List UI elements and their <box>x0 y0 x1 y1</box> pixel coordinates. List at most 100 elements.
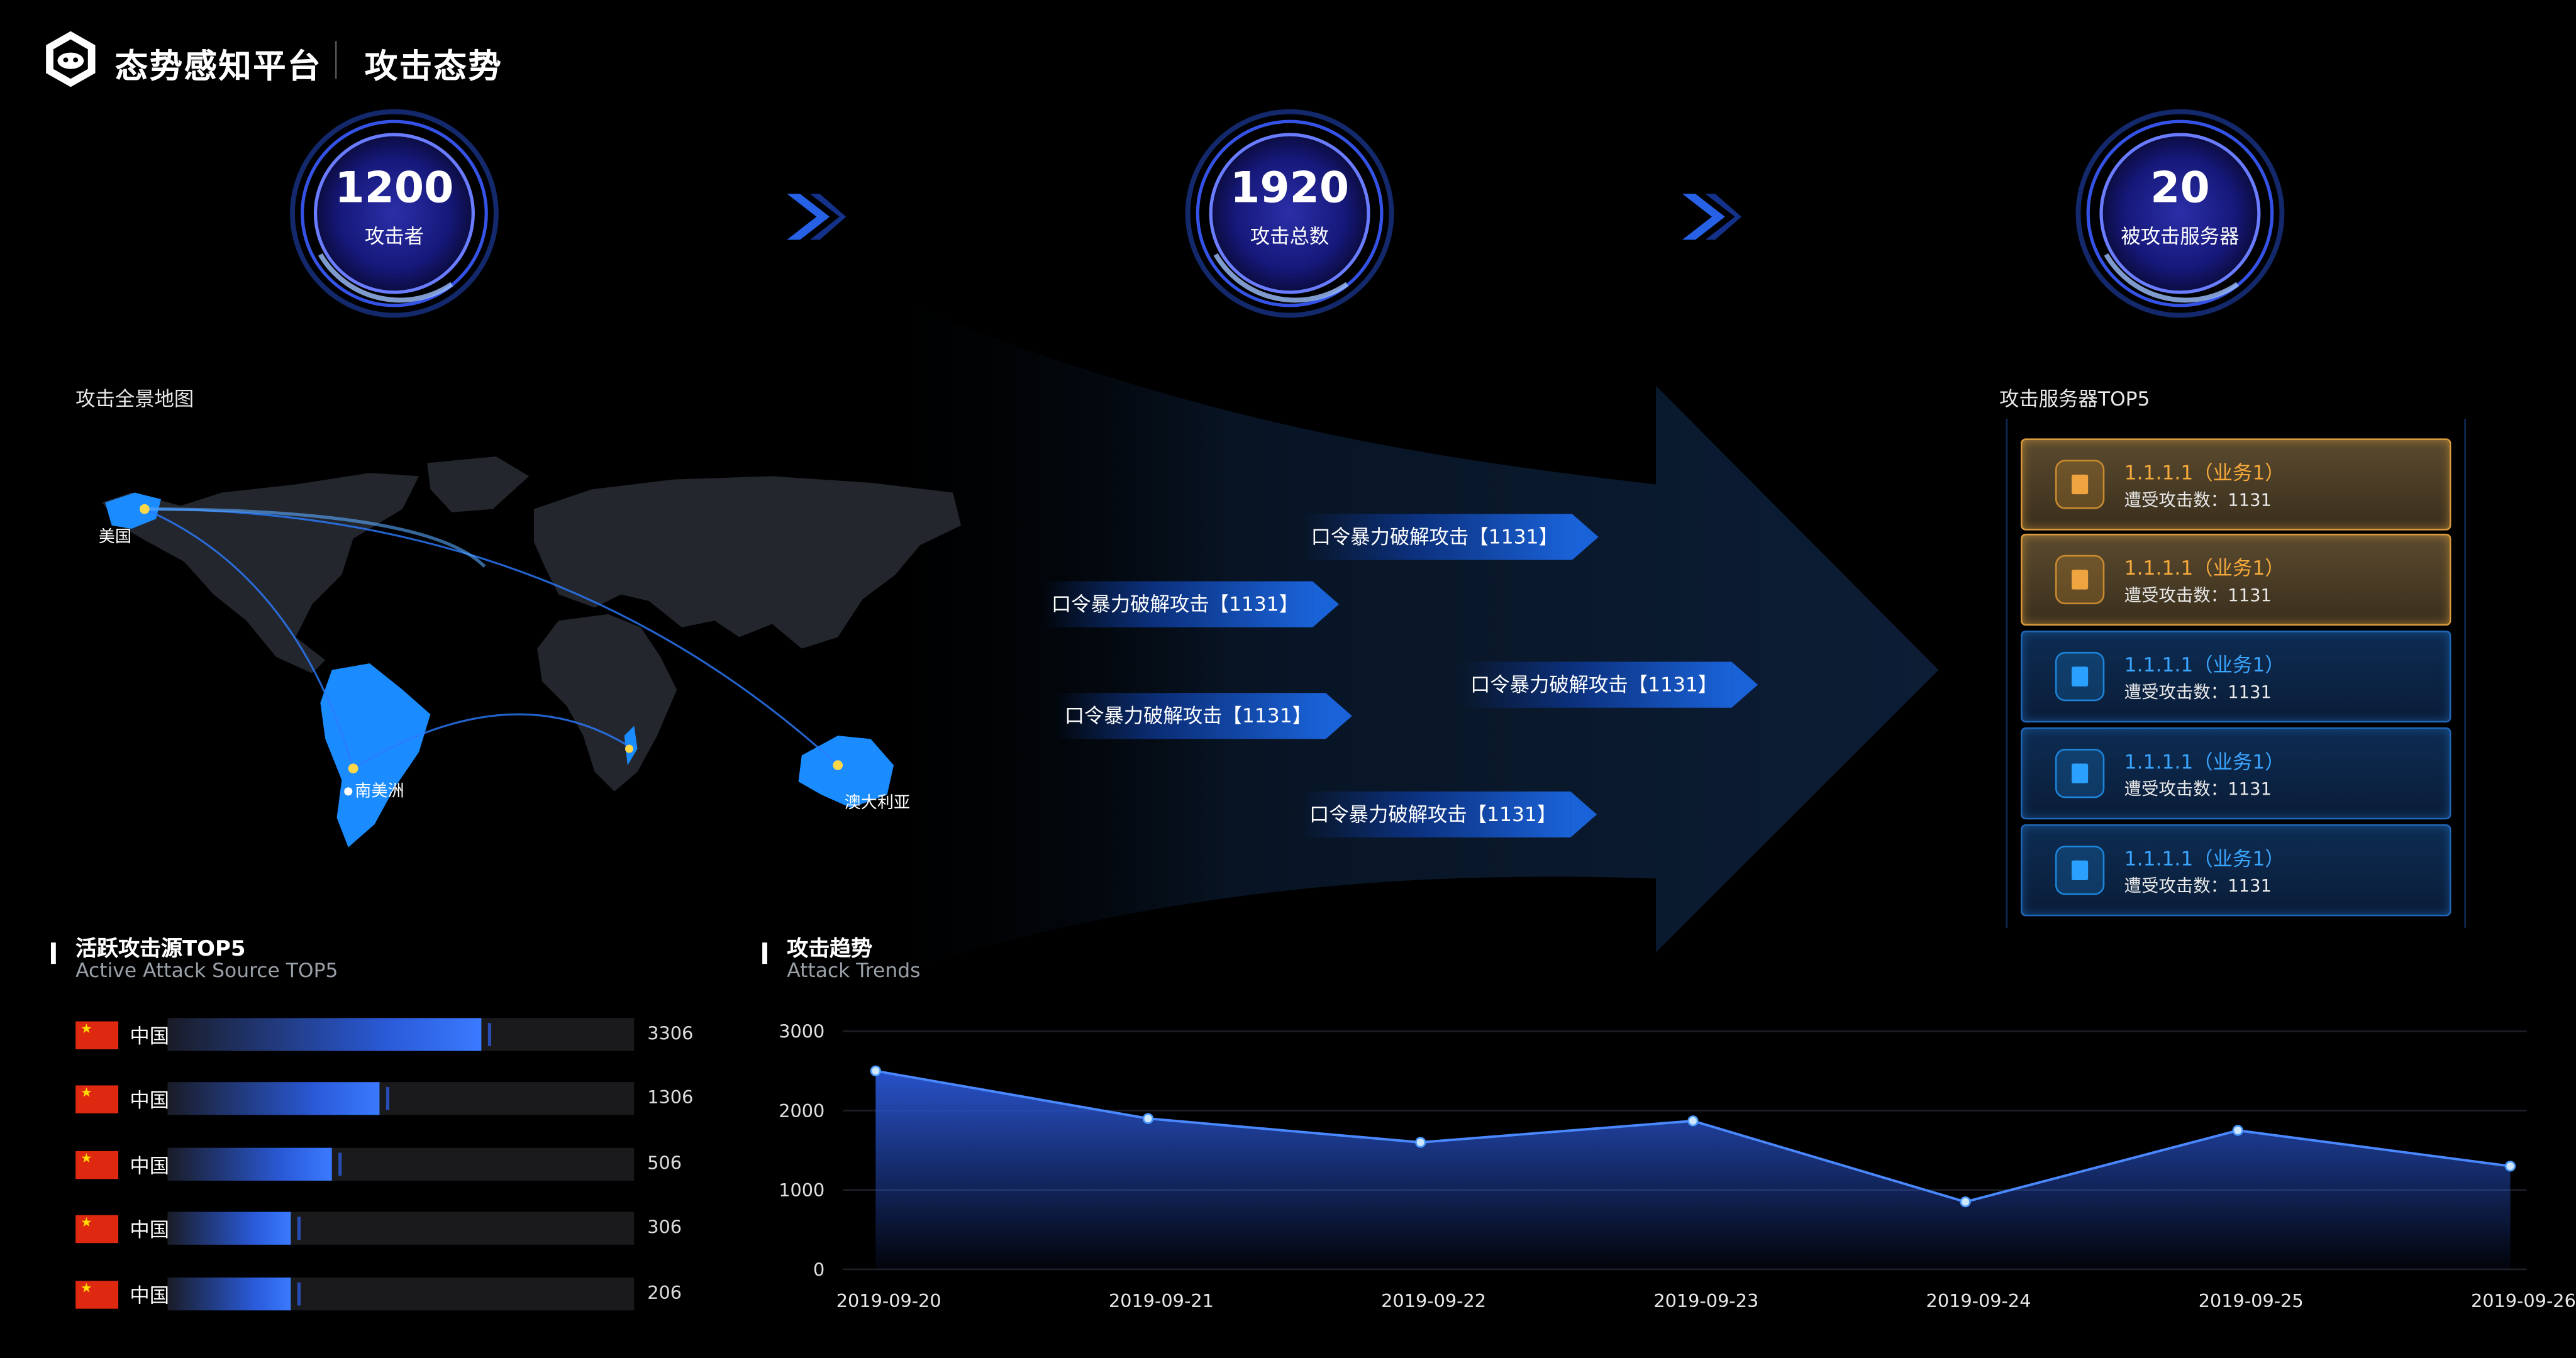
trend-point[interactable] <box>1687 1115 1699 1127</box>
trend-point[interactable] <box>870 1065 881 1076</box>
server-attack-count: 遭受攻击数：1131 <box>2124 876 2272 897</box>
server-attack-count: 遭受攻击数：1131 <box>2124 586 2272 606</box>
dashboard: 态势感知平台 攻击态势 1200 攻击者 1920 攻击总数 20 被攻击服务器… <box>0 0 2576 1358</box>
china-flag-icon: ★ <box>75 1021 119 1049</box>
source-bar-marker <box>297 1217 301 1240</box>
server-name: 1.1.1.1（业务1） <box>2124 847 2285 871</box>
map-point <box>348 763 358 774</box>
server-icon <box>2055 460 2105 509</box>
arrow-right-icon <box>1731 661 1757 708</box>
trend-point[interactable] <box>1415 1137 1426 1148</box>
chevron-right-icon <box>780 184 847 250</box>
trend-point[interactable] <box>1142 1113 1154 1124</box>
server-icon <box>2055 651 2105 702</box>
map-point <box>833 760 843 770</box>
source-row: ★ 中国 306 <box>75 1212 700 1245</box>
trend-area <box>875 1071 2511 1269</box>
kpi-value: 1200 <box>335 164 454 214</box>
y-tick-label: 2000 <box>779 1100 824 1122</box>
server-attack-count: 遭受攻击数：1131 <box>2124 683 2272 703</box>
header-divider <box>335 41 337 79</box>
server-card[interactable]: 1.1.1.1（业务1） 遭受攻击数：1131 <box>2021 727 2451 820</box>
source-bar-fill <box>167 1082 380 1115</box>
server-attack-count: 遭受攻击数：1131 <box>2124 780 2272 800</box>
server-icon <box>2055 749 2105 798</box>
map-point <box>344 787 353 796</box>
server-name: 1.1.1.1（业务1） <box>2124 653 2285 677</box>
source-value: 506 <box>647 1152 682 1174</box>
server-card[interactable]: 1.1.1.1（业务1） 遭受攻击数：1131 <box>2021 438 2451 531</box>
map-label-usa: 美国 <box>99 527 131 546</box>
map-point <box>140 504 150 514</box>
map-title: 攻击全景地图 <box>75 387 194 411</box>
sources-subtitle: Active Attack Source TOP5 <box>75 959 338 982</box>
attack-trend-chart: 3000 2000 1000 0 2019-09-20 2019-09-21 2019-09… <box>779 1021 2576 1311</box>
sources-title: 活跃攻击源TOP5 <box>75 937 246 963</box>
kpi-attackers: 1200 攻击者 <box>271 91 518 337</box>
trends-subtitle: Attack Trends <box>787 959 921 982</box>
x-tick-label: 2019-09-23 <box>1653 1290 1758 1311</box>
attack-flow-tag: 口令暴力破解攻击【1131】 <box>1055 693 1352 739</box>
source-country: 中国 <box>130 1088 170 1112</box>
server-card[interactable]: 1.1.1.1（业务1） 遭受攻击数：1131 <box>2021 630 2451 723</box>
map-label-south-america: 南美洲 <box>355 782 404 801</box>
attack-flow-tag-label: 口令暴力破解攻击【1131】 <box>1460 661 1731 708</box>
china-flag-icon: ★ <box>75 1151 119 1179</box>
map-label-australia: 澳大利亚 <box>845 793 910 812</box>
server-name: 1.1.1.1（业务1） <box>2124 750 2285 774</box>
kpi-label: 被攻击服务器 <box>2121 224 2240 248</box>
source-row: ★ 中国 3306 <box>75 1018 700 1051</box>
attack-flow-tag-label: 口令暴力破解攻击【1131】 <box>1299 791 1570 838</box>
y-tick-label: 3000 <box>779 1021 824 1042</box>
source-bar-fill <box>167 1212 291 1245</box>
map-point <box>625 744 634 753</box>
trend-point[interactable] <box>2504 1161 2516 1172</box>
arrow-right-icon <box>1324 693 1352 739</box>
source-country: 中国 <box>130 1154 170 1178</box>
source-row: ★ 中国 506 <box>75 1147 700 1181</box>
source-value: 3306 <box>647 1023 694 1045</box>
panel-marker <box>50 942 56 964</box>
attack-flow-tag-label: 口令暴力破解攻击【1131】 <box>1041 581 1312 627</box>
source-bar-fill <box>167 1278 291 1311</box>
server-card[interactable]: 1.1.1.1（业务1） 遭受攻击数：1131 <box>2021 533 2451 626</box>
source-value: 306 <box>647 1217 682 1239</box>
attack-flow-tag: 口令暴力破解攻击【1131】 <box>1299 791 1596 838</box>
x-tick-label: 2019-09-20 <box>836 1290 941 1311</box>
attack-flow-tag: 口令暴力破解攻击【1131】 <box>1460 661 1757 708</box>
x-tick-label: 2019-09-25 <box>2199 1290 2304 1311</box>
panel-marker <box>762 942 767 964</box>
source-value: 206 <box>647 1282 682 1304</box>
servers-title: 攻击服务器TOP5 <box>1999 387 2150 411</box>
china-flag-icon: ★ <box>75 1281 119 1309</box>
arrow-right-icon <box>1570 791 1596 838</box>
source-bar-fill <box>167 1147 332 1181</box>
trend-point[interactable] <box>2232 1125 2243 1136</box>
x-tick-label: 2019-09-24 <box>1926 1290 2031 1311</box>
source-bar-marker <box>297 1282 301 1306</box>
source-country: 中国 <box>130 1024 170 1048</box>
attack-flow-tag: 口令暴力破解攻击【1131】 <box>1301 514 1598 560</box>
trend-point[interactable] <box>1960 1196 1971 1208</box>
attack-flow-tag: 口令暴力破解攻击【1131】 <box>1041 581 1338 627</box>
source-bar-fill <box>167 1018 482 1051</box>
attack-flow-tag-label: 口令暴力破解攻击【1131】 <box>1055 693 1325 739</box>
x-tick-label: 2019-09-22 <box>1381 1290 1486 1311</box>
page-title: 攻击态势 <box>364 46 503 86</box>
world-map: 美国 南美洲 澳大利亚 <box>99 456 962 847</box>
x-tick-label: 2019-09-21 <box>1109 1290 1214 1311</box>
source-country: 中国 <box>130 1284 170 1308</box>
y-tick-label: 1000 <box>779 1179 824 1201</box>
server-icon <box>2055 846 2105 895</box>
server-name: 1.1.1.1（业务1） <box>2124 556 2285 580</box>
y-tick-label: 0 <box>813 1259 824 1280</box>
source-value: 1306 <box>647 1087 694 1108</box>
source-row: ★ 中国 206 <box>75 1278 700 1311</box>
arrow-right-icon <box>1571 514 1598 560</box>
server-card[interactable]: 1.1.1.1（业务1） 遭受攻击数：1131 <box>2021 824 2451 917</box>
x-tick-label: 2019-09-26 <box>2471 1290 2576 1311</box>
source-row: ★ 中国 1306 <box>75 1082 700 1115</box>
source-country: 中国 <box>130 1218 170 1242</box>
source-bar-marker <box>338 1152 342 1176</box>
brand-name: 态势感知平台 <box>114 46 323 86</box>
